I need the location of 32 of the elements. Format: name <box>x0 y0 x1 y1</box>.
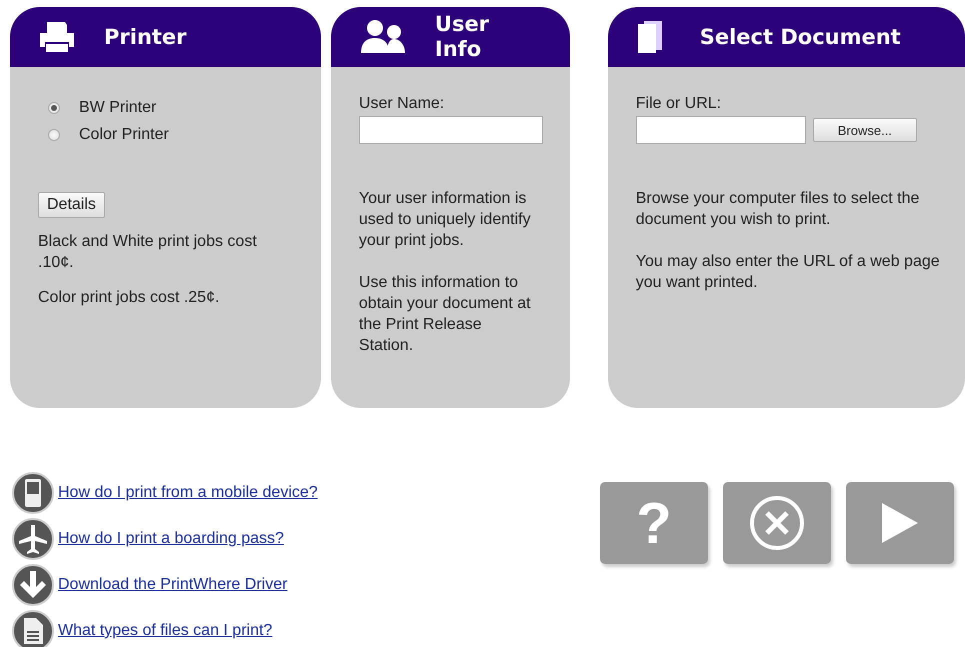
info-note: Use this information to obtain your document at the Print Release Station. <box>358 273 532 356</box>
user-name-field[interactable] <box>358 116 543 144</box>
field-label: User Name: <box>358 94 446 114</box>
info-note: You may also enter the URL of a web page you want printed. <box>636 252 941 293</box>
play-icon <box>882 503 918 543</box>
cancel-icon <box>749 495 805 551</box>
info-note: Your user information is used to uniquely identify your print jobs. <box>358 189 532 251</box>
price-note: Black and White print jobs cost .10¢. <box>38 232 258 273</box>
field-label: File or URL: <box>636 94 722 114</box>
file-icon <box>12 610 54 647</box>
help-link[interactable]: How do I print a boarding pass? <box>58 530 284 548</box>
panel-title: Printer <box>104 24 187 50</box>
info-note: Browse your computer files to select the document you wish to print. <box>636 189 920 230</box>
file-url-field[interactable] <box>636 116 806 144</box>
help-link[interactable]: Download the PrintWhere Driver <box>58 576 288 594</box>
help-link[interactable]: What types of files can I print? <box>58 622 272 640</box>
radio-label: BW Printer <box>79 98 156 118</box>
airplane-icon <box>12 518 54 560</box>
printer-icon <box>38 20 76 54</box>
radio-label: Color Printer <box>79 125 169 145</box>
details-button[interactable]: Details <box>38 192 105 218</box>
documents-icon <box>636 20 664 54</box>
next-button[interactable] <box>846 482 954 564</box>
radio-button[interactable] <box>48 128 60 140</box>
phone-icon <box>12 472 54 514</box>
help-link[interactable]: How do I print from a mobile device? <box>58 484 318 502</box>
browse-button[interactable]: Browse... <box>812 118 917 142</box>
panel-title: Select Document <box>700 24 901 50</box>
panel-title: User Info <box>434 12 490 62</box>
price-note: Color print jobs cost .25¢. <box>38 288 220 308</box>
radio-button[interactable] <box>48 102 60 114</box>
cancel-button[interactable] <box>723 482 831 564</box>
